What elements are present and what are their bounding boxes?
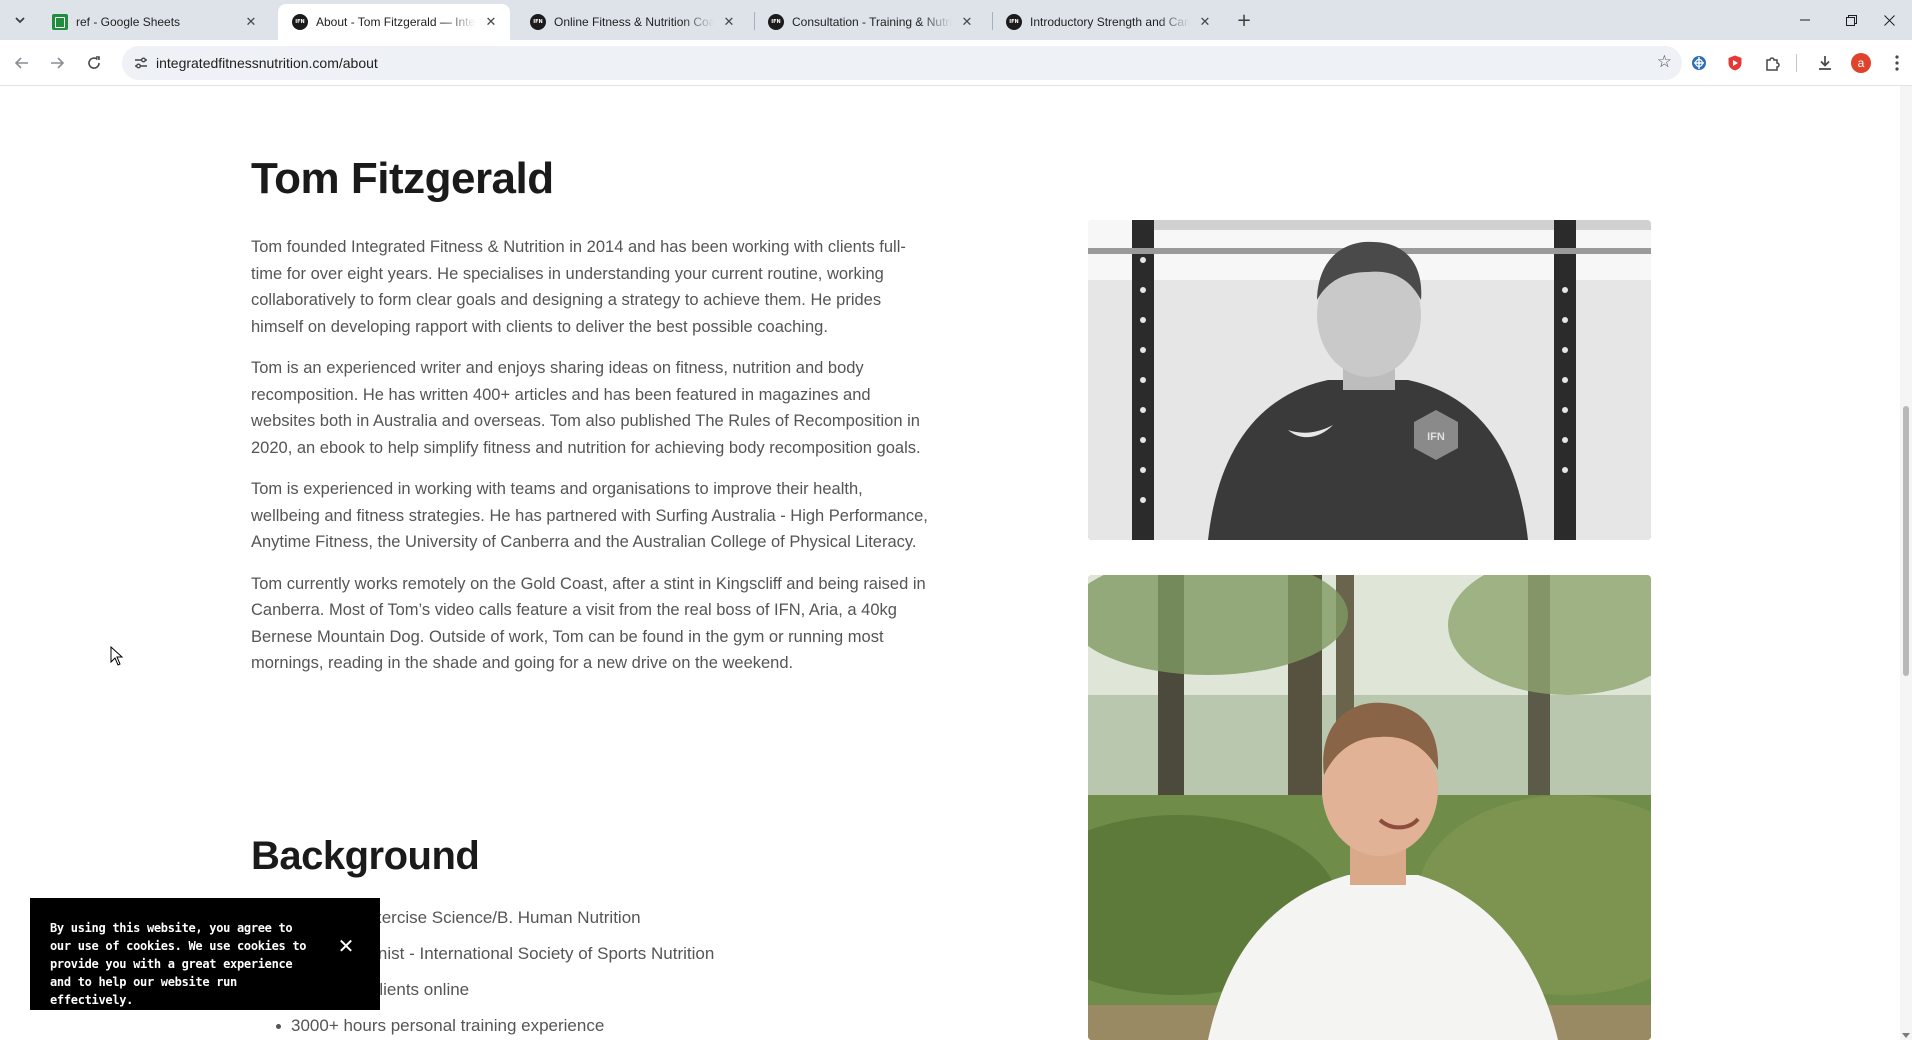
minimize-icon [1800, 19, 1810, 21]
page-title: Tom Fitzgerald [251, 154, 554, 203]
tab-close-icon[interactable]: ✕ [242, 13, 260, 31]
extension-shield-icon[interactable] [1724, 52, 1746, 74]
reload-icon [88, 56, 100, 69]
tab-3[interactable]: IFN Consultation - Training & Nutrition … [754, 4, 986, 40]
cookie-close-button[interactable]: ✕ [336, 936, 356, 956]
profile-initial: a [1851, 53, 1871, 73]
tab-title: Online Fitness & Nutrition Coaching [554, 15, 714, 29]
tab-close-icon[interactable]: ✕ [720, 13, 738, 31]
tab-4[interactable]: IFN Introductory Strength and Cardio ✕ [992, 4, 1224, 40]
tab-close-icon[interactable]: ✕ [482, 13, 500, 31]
tab-title: Introductory Strength and Cardio [1030, 15, 1190, 29]
mouse-pointer-icon [110, 646, 124, 666]
tab-title: ref - Google Sheets [76, 15, 181, 29]
page-scrollbar[interactable] [1900, 86, 1912, 1040]
address-bar[interactable]: integratedfitnessnutrition.com/about ☆ [122, 46, 1682, 80]
menu-kebab-icon[interactable] [1886, 52, 1908, 74]
ifn-favicon-icon: IFN [768, 14, 784, 30]
scrollbar-thumb[interactable] [1903, 406, 1909, 676]
bio-paragraph: Tom currently works remotely on the Gold… [251, 574, 926, 673]
tab-title: Consultation - Training & Nutrition [792, 15, 952, 29]
site-info-icon[interactable] [132, 54, 150, 72]
browser-toolbar: integratedfitnessnutrition.com/about ☆ a [0, 40, 1912, 86]
tab-1[interactable]: IFN About - Tom Fitzgerald — Integrated … [278, 4, 510, 40]
bio-paragraph: Tom is an experienced writer and enjoys … [251, 359, 921, 457]
reload-button[interactable] [82, 51, 106, 75]
bio-section: Tom founded Integrated Fitness & Nutriti… [251, 234, 936, 692]
tab-close-icon[interactable]: ✕ [1196, 13, 1214, 31]
extensions-puzzle-icon[interactable] [1762, 52, 1784, 74]
shirt-badge-text: IFN [1427, 431, 1445, 443]
profile-avatar[interactable]: a [1850, 52, 1872, 74]
bio-paragraph: Tom is experienced in working with teams… [251, 480, 928, 551]
ifn-favicon-icon: IFN [1006, 14, 1022, 30]
list-item: 3000+ hours personal training experience [251, 1012, 951, 1040]
web-page: Tom Fitzgerald Tom founded Integrated Fi… [0, 86, 1912, 1040]
forward-button[interactable] [45, 51, 69, 75]
tab-strip: ref - Google Sheets ✕ IFN About - Tom Fi… [0, 0, 1912, 40]
background-heading: Background [251, 834, 480, 878]
close-icon [1883, 14, 1895, 26]
minimize-button[interactable] [1782, 0, 1828, 40]
tab-0[interactable]: ref - Google Sheets ✕ [38, 4, 270, 40]
gym-portrait-photo: IFN [1088, 220, 1651, 540]
cookie-banner: By using this website, you agree to our … [30, 898, 380, 1010]
tab-close-icon[interactable]: ✕ [958, 13, 976, 31]
restore-icon [1845, 14, 1857, 26]
bio-paragraph: Tom founded Integrated Fitness & Nutriti… [251, 238, 906, 336]
tab-search-button[interactable] [8, 8, 32, 32]
tab-2[interactable]: IFN Online Fitness & Nutrition Coaching … [516, 4, 748, 40]
toolbar-divider [1796, 54, 1797, 72]
outdoor-portrait-photo [1088, 575, 1651, 1040]
arrow-left-icon [14, 57, 28, 69]
back-button[interactable] [10, 51, 34, 75]
ifn-favicon-icon: IFN [292, 14, 308, 30]
url-text: integratedfitnessnutrition.com/about [156, 55, 378, 71]
chevron-down-icon [15, 17, 25, 24]
cookie-banner-text: By using this website, you agree to our … [50, 921, 307, 1007]
sheets-icon [52, 14, 68, 30]
new-tab-button[interactable]: + [1232, 8, 1256, 32]
bookmark-star-icon[interactable]: ☆ [1657, 52, 1672, 72]
arrow-right-icon [51, 57, 65, 69]
plus-icon: + [1236, 9, 1252, 31]
ifn-favicon-icon: IFN [530, 14, 546, 30]
tab-title: About - Tom Fitzgerald — Integrated Fitn… [316, 15, 476, 29]
scroll-down-arrow-icon[interactable] [1902, 1033, 1910, 1038]
close-window-button[interactable] [1866, 0, 1912, 40]
download-icon[interactable] [1814, 52, 1836, 74]
extension-globe-icon[interactable] [1688, 52, 1710, 74]
